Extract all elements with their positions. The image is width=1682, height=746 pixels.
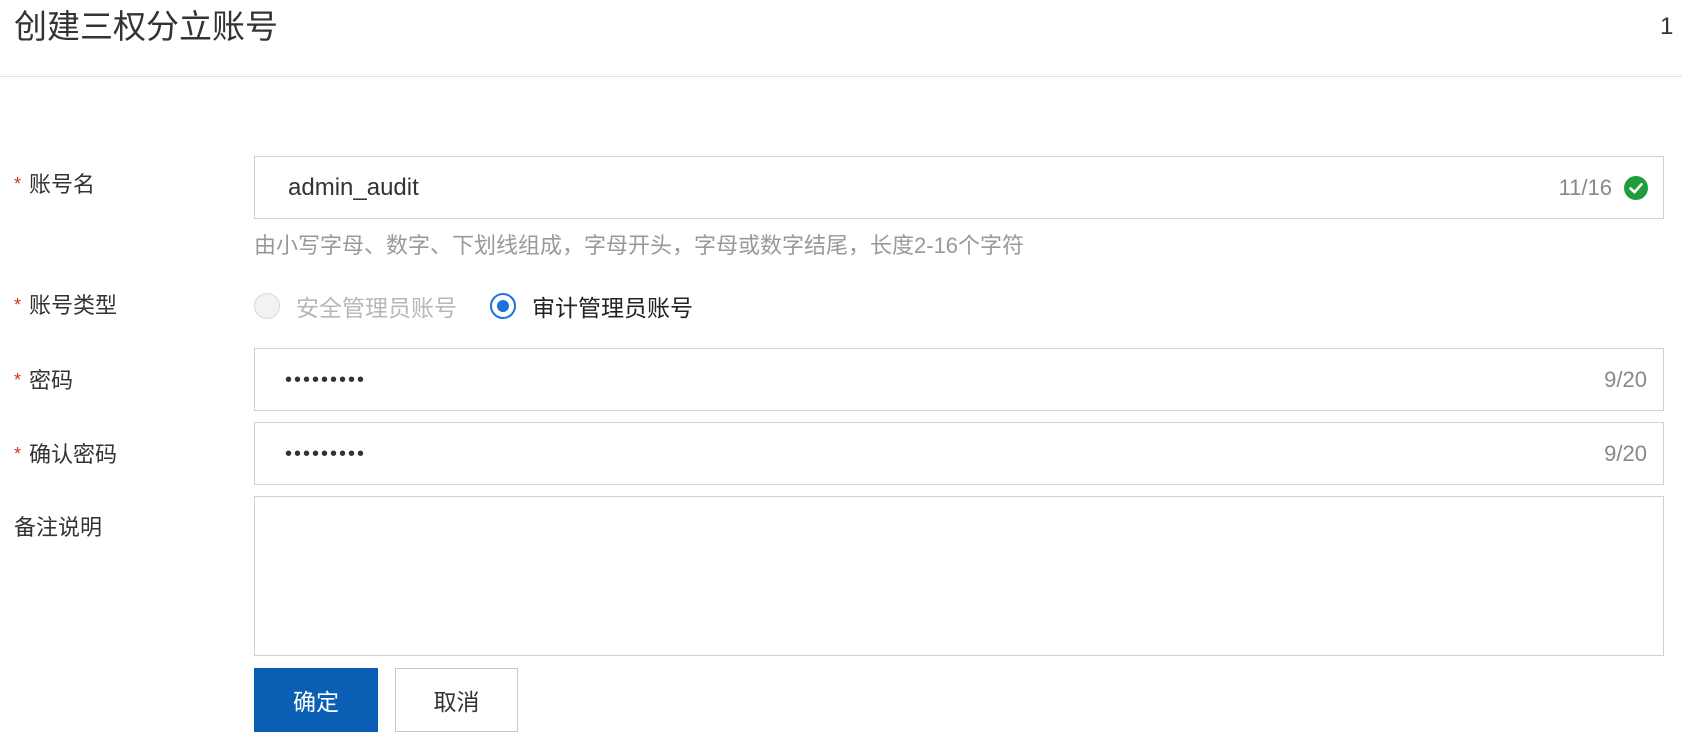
password-input[interactable]: ••••••••• 9/20 [254,348,1664,411]
dialog-title: 创建三权分立账号 [14,8,278,45]
account-name-label-row: * 账号名 [14,168,95,201]
radio-label: 安全管理员账号 [296,295,457,321]
required-mark: * [14,370,22,390]
header-divider [0,76,1682,77]
account-type-label: 账号类型 [29,293,118,318]
account-name-label: 账号名 [29,172,96,197]
radio-circle[interactable] [490,293,516,319]
cancel-button[interactable]: 取消 [395,668,518,732]
password-label-row: * 密码 [14,364,73,397]
confirm-password-value: ••••••••• [285,443,367,465]
password-counter: 9/20 [1604,367,1647,392]
radio-circle [254,293,280,319]
remark-label: 备注说明 [14,515,103,540]
confirm-password-input[interactable]: ••••••••• 9/20 [254,422,1664,485]
radio-security-admin: 安全管理员账号 [254,290,457,322]
close-button[interactable]: 1 [1660,12,1673,42]
account-name-hint: 由小写字母、数字、下划线组成，字母开头，字母或数字结尾，长度2-16个字符 [254,233,1025,258]
required-mark: * [14,295,22,315]
confirm-password-label: 确认密码 [29,442,118,467]
confirm-password-counter: 9/20 [1604,441,1647,466]
confirm-password-label-row: * 确认密码 [14,438,117,471]
confirm-button[interactable]: 确定 [254,668,378,732]
required-mark: * [14,174,22,194]
check-circle-icon [1624,176,1648,200]
radio-audit-admin[interactable]: 审计管理员账号 [490,290,693,322]
account-type-label-row: * 账号类型 [14,289,117,322]
required-mark: * [14,444,22,464]
radio-label: 审计管理员账号 [532,295,693,321]
remark-textarea[interactable] [254,496,1664,656]
password-label: 密码 [29,368,74,393]
account-name-input[interactable]: admin_audit 11/16 [254,156,1664,219]
account-name-counter: 11/16 [1558,175,1612,200]
password-value: ••••••••• [285,369,367,391]
account-name-value: admin_audit [288,174,419,201]
